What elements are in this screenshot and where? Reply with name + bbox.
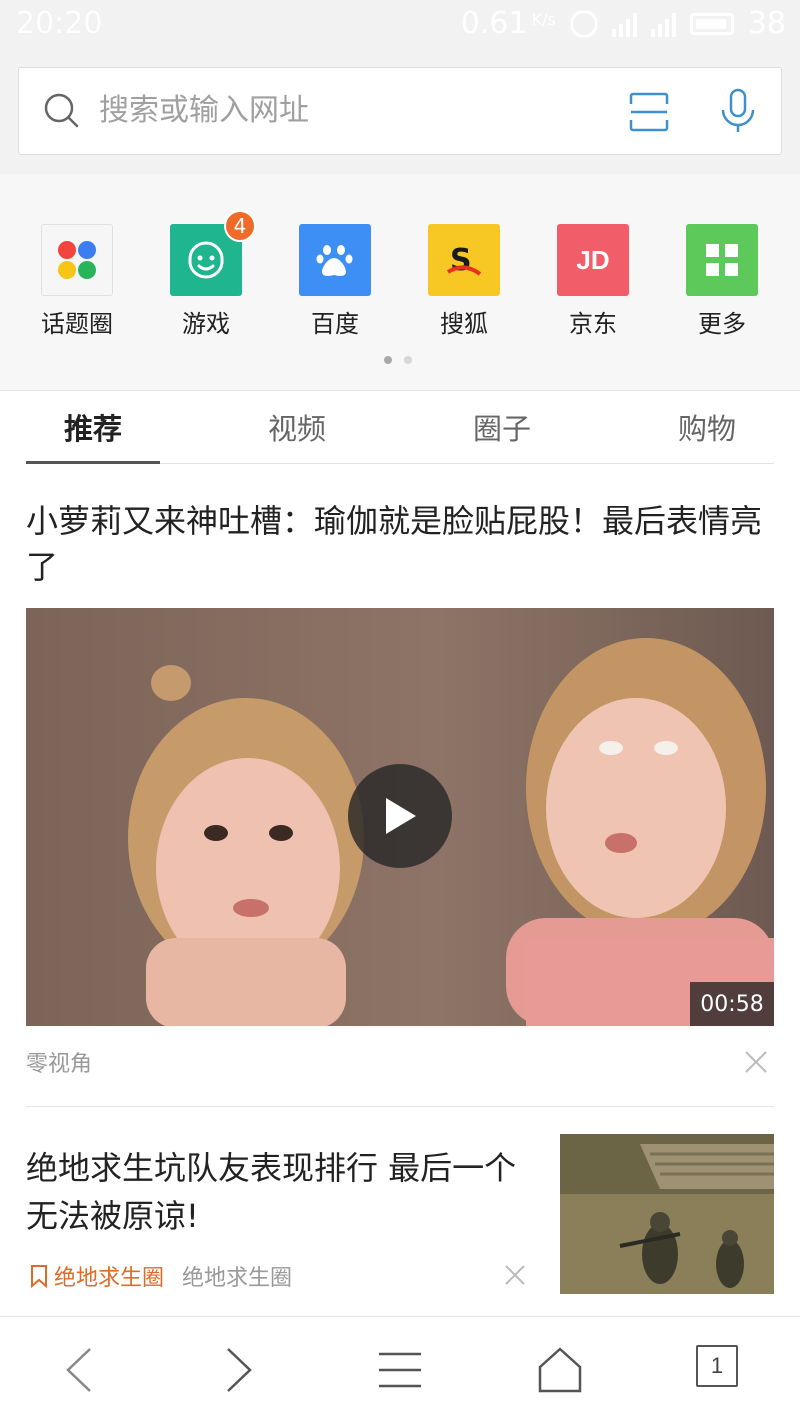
notification-badge: 4 bbox=[224, 210, 256, 242]
status-indicators: 0.61 K/s 38 bbox=[461, 6, 786, 41]
feed-tabs: 推荐 视频 圈子 购物 bbox=[26, 392, 774, 464]
home-button[interactable] bbox=[535, 1345, 585, 1395]
quick-link-label: 搜狐 bbox=[440, 310, 488, 338]
home-icon bbox=[538, 1347, 582, 1393]
quick-link-topic-circle[interactable]: 话题圈 bbox=[22, 224, 132, 339]
page-dot-active bbox=[384, 356, 392, 364]
bottom-navigation: 1 bbox=[0, 1316, 800, 1422]
tab-shopping[interactable]: 购物 bbox=[640, 406, 774, 448]
microphone-icon[interactable] bbox=[719, 88, 757, 134]
network-speed-unit: K/s bbox=[531, 10, 556, 29]
play-button[interactable] bbox=[348, 764, 452, 868]
quick-links-panel: 话题圈 4 游戏 百度 S 搜狐 JD 京东 更多 bbox=[0, 174, 800, 391]
tab-video[interactable]: 视频 bbox=[230, 406, 364, 448]
tab-recommended[interactable]: 推荐 bbox=[26, 406, 160, 448]
play-icon bbox=[386, 798, 416, 834]
status-time: 20:20 bbox=[16, 6, 103, 41]
menu-icon bbox=[379, 1352, 421, 1388]
tab-count: 1 bbox=[696, 1345, 738, 1387]
quick-link-more[interactable]: 更多 bbox=[667, 224, 777, 339]
video-thumbnail[interactable]: 00:58 bbox=[26, 608, 774, 1026]
quick-link-label: 话题圈 bbox=[41, 310, 113, 338]
quick-link-label: 京东 bbox=[569, 310, 617, 338]
circle-tag[interactable]: 绝地求生圈 bbox=[30, 1260, 164, 1292]
forward-arrow-icon bbox=[227, 1348, 252, 1392]
page-dot bbox=[404, 356, 412, 364]
quick-link-games[interactable]: 4 游戏 bbox=[151, 210, 261, 339]
quick-link-label: 百度 bbox=[311, 310, 359, 338]
article-meta: 绝地求生圈 绝地求生圈 bbox=[30, 1260, 292, 1292]
search-icon bbox=[44, 93, 79, 128]
search-bar[interactable] bbox=[18, 67, 782, 155]
game-icon: 4 bbox=[170, 210, 256, 296]
scan-icon[interactable] bbox=[629, 92, 669, 132]
signal-icon bbox=[611, 11, 637, 37]
signal-4g-icon bbox=[650, 11, 676, 37]
tab-circles[interactable]: 圈子 bbox=[435, 406, 569, 448]
topic-circle-icon bbox=[41, 224, 113, 296]
back-button[interactable] bbox=[54, 1345, 104, 1395]
back-arrow-icon bbox=[66, 1348, 91, 1392]
status-bar: 20:20 0.61 K/s 38 bbox=[0, 0, 800, 50]
article-source[interactable]: 零视角 bbox=[26, 1046, 92, 1078]
article-thumbnail[interactable] bbox=[560, 1134, 774, 1294]
battery-level: 38 bbox=[747, 6, 786, 41]
svg-text:S: S bbox=[450, 243, 472, 278]
jd-icon-text: JD bbox=[576, 244, 610, 275]
tabs-button[interactable]: 1 bbox=[696, 1345, 746, 1395]
article-title[interactable]: 小萝莉又来神吐槽：瑜伽就是脸贴屁股！最后表情亮了 bbox=[26, 498, 766, 590]
alarm-icon bbox=[569, 9, 598, 38]
forward-button[interactable] bbox=[214, 1345, 264, 1395]
more-grid-icon bbox=[686, 224, 758, 296]
quick-link-jd[interactable]: JD 京东 bbox=[538, 224, 648, 339]
active-tab-indicator bbox=[26, 461, 160, 464]
network-speed: 0.61 K/s bbox=[460, 6, 556, 41]
divider bbox=[26, 1106, 774, 1107]
sohu-icon: S bbox=[428, 224, 500, 296]
article-thumbnail-image bbox=[560, 1134, 774, 1294]
search-area bbox=[0, 50, 800, 174]
battery-icon bbox=[689, 12, 734, 35]
circle-tag-label: 绝地求生圈 bbox=[54, 1266, 165, 1291]
page-indicator bbox=[384, 356, 412, 364]
quick-link-label: 更多 bbox=[698, 310, 746, 338]
jd-icon: JD bbox=[557, 224, 629, 296]
search-input[interactable] bbox=[99, 90, 579, 130]
baidu-paw-icon bbox=[299, 224, 371, 296]
article-title[interactable]: 绝地求生坑队友表现排行 最后一个无法被原谅! bbox=[26, 1144, 536, 1240]
bookmark-icon bbox=[31, 1265, 47, 1288]
quick-link-baidu[interactable]: 百度 bbox=[280, 224, 390, 339]
video-duration: 00:58 bbox=[690, 982, 774, 1026]
menu-button[interactable] bbox=[375, 1345, 425, 1395]
close-icon[interactable] bbox=[504, 1264, 526, 1286]
close-icon[interactable] bbox=[744, 1050, 768, 1074]
quick-link-sohu[interactable]: S 搜狐 bbox=[409, 224, 519, 339]
article-source[interactable]: 绝地求生圈 bbox=[182, 1260, 292, 1292]
quick-link-label: 游戏 bbox=[182, 310, 230, 338]
